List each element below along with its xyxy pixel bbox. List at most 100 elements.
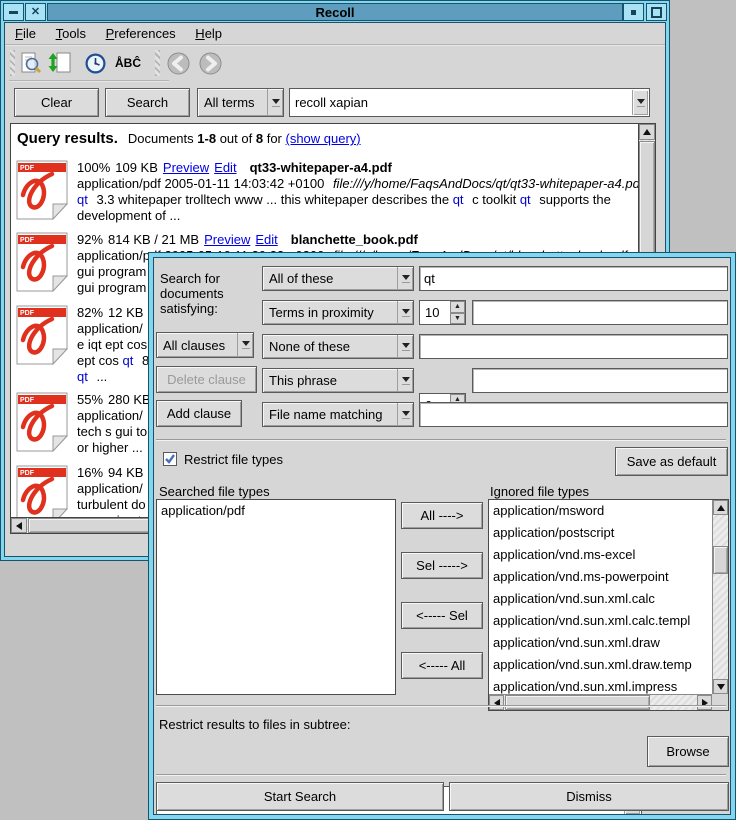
hscroll-thumb[interactable]	[505, 695, 650, 710]
titlebar[interactable]: ✕ Recoll	[3, 3, 667, 21]
browse-button[interactable]: Browse	[647, 736, 729, 767]
edit-link[interactable]: Edit	[255, 232, 277, 247]
spin-down-icon[interactable]: ▼	[450, 313, 465, 325]
list-item[interactable]: application/postscript	[489, 522, 712, 544]
preview-link[interactable]: Preview	[204, 232, 250, 247]
menu-tools[interactable]: Tools	[49, 23, 93, 44]
results-title: Query results.	[17, 130, 118, 147]
spin-up-icon[interactable]: ▲	[450, 301, 465, 313]
clause-type-combo-4[interactable]: This phrase	[262, 368, 414, 393]
list-item[interactable]: application/vnd.sun.xml.impress	[489, 676, 712, 694]
list-item[interactable]: application/msword	[489, 500, 712, 522]
clause-type-combo-2[interactable]: Terms in proximity	[262, 300, 414, 325]
move-selected-right-button[interactable]: Sel ----->	[401, 552, 483, 579]
result-item[interactable]: PDF 100%109 KBPreviewEditqt33-whitepaper…	[11, 160, 638, 232]
clause-type-combo-5[interactable]: File name matching	[262, 402, 414, 427]
ignored-file-types-list[interactable]: application/mswordapplication/postscript…	[489, 500, 712, 694]
clause-terms-input-2[interactable]	[472, 300, 728, 325]
preview-link[interactable]: Preview	[163, 160, 209, 175]
list-item[interactable]: application/vnd.sun.xml.draw	[489, 632, 712, 654]
menu-file[interactable]: File	[8, 23, 43, 44]
scroll-left-icon[interactable]	[489, 695, 504, 710]
list-item[interactable]: application/vnd.ms-excel	[489, 544, 712, 566]
query-combo[interactable]	[289, 88, 650, 117]
back-icon[interactable]	[165, 49, 191, 77]
forward-icon[interactable]	[197, 49, 223, 77]
search-mode-combo[interactable]: All terms	[197, 88, 284, 117]
minimize-icon	[9, 11, 18, 14]
maximize-button[interactable]	[646, 3, 667, 21]
scrollbar-corner	[712, 694, 728, 710]
scroll-right-icon[interactable]	[697, 695, 712, 710]
divider	[156, 705, 726, 707]
chevron-down-icon[interactable]	[397, 335, 413, 358]
proximity-spinbox[interactable]: ▲▼	[419, 300, 466, 325]
search-button[interactable]: Search	[105, 88, 190, 117]
divider	[156, 774, 726, 776]
toolbar-handle[interactable]	[10, 50, 15, 76]
list-item[interactable]: application/vnd.ms-powerpoint	[489, 566, 712, 588]
show-query-link[interactable]: (show query)	[286, 131, 361, 146]
shade-button[interactable]	[623, 3, 644, 21]
clause-type-combo-3[interactable]: None of these	[262, 334, 414, 359]
clear-button[interactable]: Clear	[14, 88, 99, 117]
window-title: Recoll	[47, 3, 623, 21]
toolbar-handle-2[interactable]	[155, 50, 160, 76]
minimize-button[interactable]	[3, 3, 24, 21]
edit-link[interactable]: Edit	[214, 160, 236, 175]
clause-type-combo-1[interactable]: All of these	[262, 266, 414, 291]
proximity-value[interactable]	[421, 302, 449, 323]
scroll-up-icon[interactable]	[713, 500, 728, 515]
svg-text:PDF: PDF	[20, 470, 35, 477]
menu-help[interactable]: Help	[188, 23, 229, 44]
clause-terms-input-5[interactable]	[419, 402, 728, 427]
close-button[interactable]: ✕	[25, 3, 46, 21]
searched-file-types-label: Searched file types	[159, 484, 270, 499]
list-item[interactable]: application/vnd.sun.xml.calc.templ	[489, 610, 712, 632]
restrict-file-types-checkbox[interactable]	[163, 452, 177, 466]
scroll-down-icon[interactable]	[713, 679, 728, 694]
pdf-icon: PDF	[16, 465, 68, 517]
chevron-down-icon[interactable]	[267, 89, 283, 116]
chevron-down-icon[interactable]	[397, 369, 413, 392]
chevron-down-icon[interactable]	[397, 267, 413, 290]
check-icon	[164, 453, 176, 465]
chevron-down-icon[interactable]	[397, 403, 413, 426]
chevron-down-icon[interactable]	[397, 301, 413, 324]
move-selected-left-button[interactable]: <----- Sel	[401, 602, 483, 629]
query-input[interactable]	[291, 90, 629, 115]
svg-text:PDF: PDF	[20, 237, 35, 244]
delete-clause-button[interactable]: Delete clause	[156, 366, 257, 393]
scroll-left-icon[interactable]	[11, 518, 27, 533]
ignored-file-types-label: Ignored file types	[490, 484, 589, 499]
clause-conjunction-combo[interactable]: All clauses	[156, 332, 254, 358]
chevron-down-icon[interactable]	[632, 90, 648, 115]
clause-terms-input-1[interactable]	[419, 266, 728, 291]
add-clause-button[interactable]: Add clause	[156, 400, 242, 427]
save-as-default-button[interactable]: Save as default	[615, 447, 728, 476]
clause-terms-input-4[interactable]	[472, 368, 728, 393]
menu-preferences[interactable]: Preferences	[99, 23, 183, 44]
dismiss-button[interactable]: Dismiss	[449, 782, 729, 811]
pdf-icon: PDF	[16, 305, 68, 365]
svg-text:PDF: PDF	[20, 165, 35, 172]
chevron-down-icon[interactable]	[237, 333, 253, 357]
list-item[interactable]: application/pdf	[157, 500, 395, 522]
list-item[interactable]: application/vnd.sun.xml.calc	[489, 588, 712, 610]
term-explorer-icon[interactable]: ÅBĈ	[111, 49, 145, 77]
clause-terms-input-3[interactable]	[419, 334, 728, 359]
update-index-icon[interactable]	[47, 49, 73, 77]
sort-by-date-icon[interactable]	[82, 49, 108, 77]
list-item[interactable]: application/vnd.sun.xml.draw.temp	[489, 654, 712, 676]
start-search-button[interactable]: Start Search	[156, 782, 444, 811]
pdf-icon: PDF	[16, 160, 68, 220]
scroll-up-icon[interactable]	[639, 124, 655, 140]
result-url: file:///y/home/FaqsAndDocs/qt/qt33-white…	[333, 176, 638, 191]
vscroll-thumb[interactable]	[713, 546, 728, 574]
move-all-right-button[interactable]: All ---->	[401, 502, 483, 529]
ignored-hscrollbar[interactable]	[489, 694, 712, 710]
move-all-left-button[interactable]: <----- All	[401, 652, 483, 679]
searched-file-types-list[interactable]: application/pdf	[156, 499, 396, 695]
ignored-vscrollbar[interactable]	[712, 500, 728, 694]
show-preview-icon[interactable]	[18, 49, 44, 77]
